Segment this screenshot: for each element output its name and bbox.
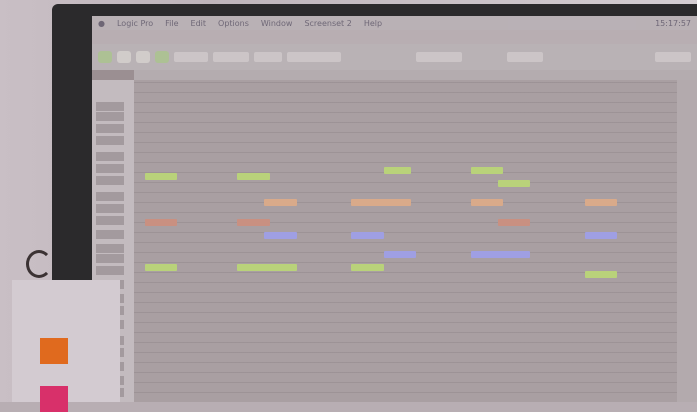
menu-app-name[interactable]: Logic Pro (117, 19, 153, 28)
black-key[interactable] (96, 254, 124, 263)
piano-roll-grid[interactable] (134, 80, 677, 402)
midi-note[interactable] (237, 173, 270, 180)
vertical-scrollbar[interactable] (677, 80, 697, 402)
black-key[interactable] (96, 192, 124, 201)
black-key[interactable] (96, 152, 124, 161)
midi-note[interactable] (383, 166, 411, 174)
midi-note[interactable] (383, 251, 417, 258)
black-key[interactable] (96, 164, 124, 173)
midi-note[interactable] (497, 218, 531, 226)
midi-note[interactable] (264, 231, 297, 239)
toolbar-menu[interactable] (287, 52, 341, 62)
midi-note[interactable] (584, 199, 618, 206)
midi-note[interactable] (470, 199, 504, 206)
toolbar-button[interactable] (117, 51, 131, 63)
midi-note[interactable] (351, 199, 411, 206)
midi-note[interactable] (144, 264, 178, 271)
black-key[interactable] (96, 204, 124, 213)
apple-menu-icon[interactable]: ● (98, 19, 105, 28)
monitor-screen: ● Logic Pro File Edit Options Window Scr… (92, 16, 697, 402)
black-key[interactable] (96, 244, 124, 253)
midi-note[interactable] (584, 270, 618, 278)
pink-swatch (40, 386, 68, 412)
midi-note[interactable] (144, 218, 178, 226)
midi-note[interactable] (470, 251, 531, 258)
toolbar-button[interactable] (155, 51, 169, 63)
midi-note[interactable] (351, 264, 384, 271)
menu-window[interactable]: Window (261, 19, 293, 28)
midi-note[interactable] (237, 218, 270, 226)
menu-options[interactable]: Options (218, 19, 249, 28)
menu-screenset[interactable]: Screenset 2 (304, 19, 351, 28)
black-key[interactable] (96, 216, 124, 225)
toolbar-menu[interactable] (254, 52, 282, 62)
toolbar-field[interactable] (507, 52, 543, 62)
black-key[interactable] (96, 136, 124, 145)
midi-note[interactable] (497, 179, 531, 187)
color-swatch-card (12, 280, 120, 412)
midi-note[interactable] (237, 264, 297, 271)
piano-roll-toolbar (92, 44, 697, 70)
toolbar-field[interactable] (416, 52, 462, 62)
black-key[interactable] (96, 176, 124, 185)
toolbar-button[interactable] (98, 51, 112, 63)
menu-bar: ● Logic Pro File Edit Options Window Scr… (92, 16, 697, 30)
midi-note[interactable] (584, 231, 618, 239)
black-key[interactable] (96, 230, 124, 239)
toolbar-menu[interactable] (213, 52, 249, 62)
black-key[interactable] (96, 102, 124, 111)
black-key[interactable] (96, 112, 124, 121)
toolbar-field[interactable] (655, 52, 691, 62)
midi-note[interactable] (144, 173, 178, 180)
cable (26, 250, 52, 278)
menu-edit[interactable]: Edit (191, 19, 207, 28)
black-key[interactable] (96, 266, 124, 275)
menu-clock: 15:17:57 (655, 18, 691, 28)
midi-note[interactable] (470, 166, 504, 174)
menu-file[interactable]: File (165, 19, 178, 28)
window-title-bar (92, 30, 697, 44)
toolbar-button[interactable] (136, 51, 150, 63)
midi-note[interactable] (264, 199, 297, 206)
black-key[interactable] (96, 124, 124, 133)
toolbar-menu[interactable] (174, 52, 208, 62)
menu-help[interactable]: Help (364, 19, 382, 28)
midi-note[interactable] (351, 231, 384, 239)
orange-swatch (40, 338, 68, 364)
